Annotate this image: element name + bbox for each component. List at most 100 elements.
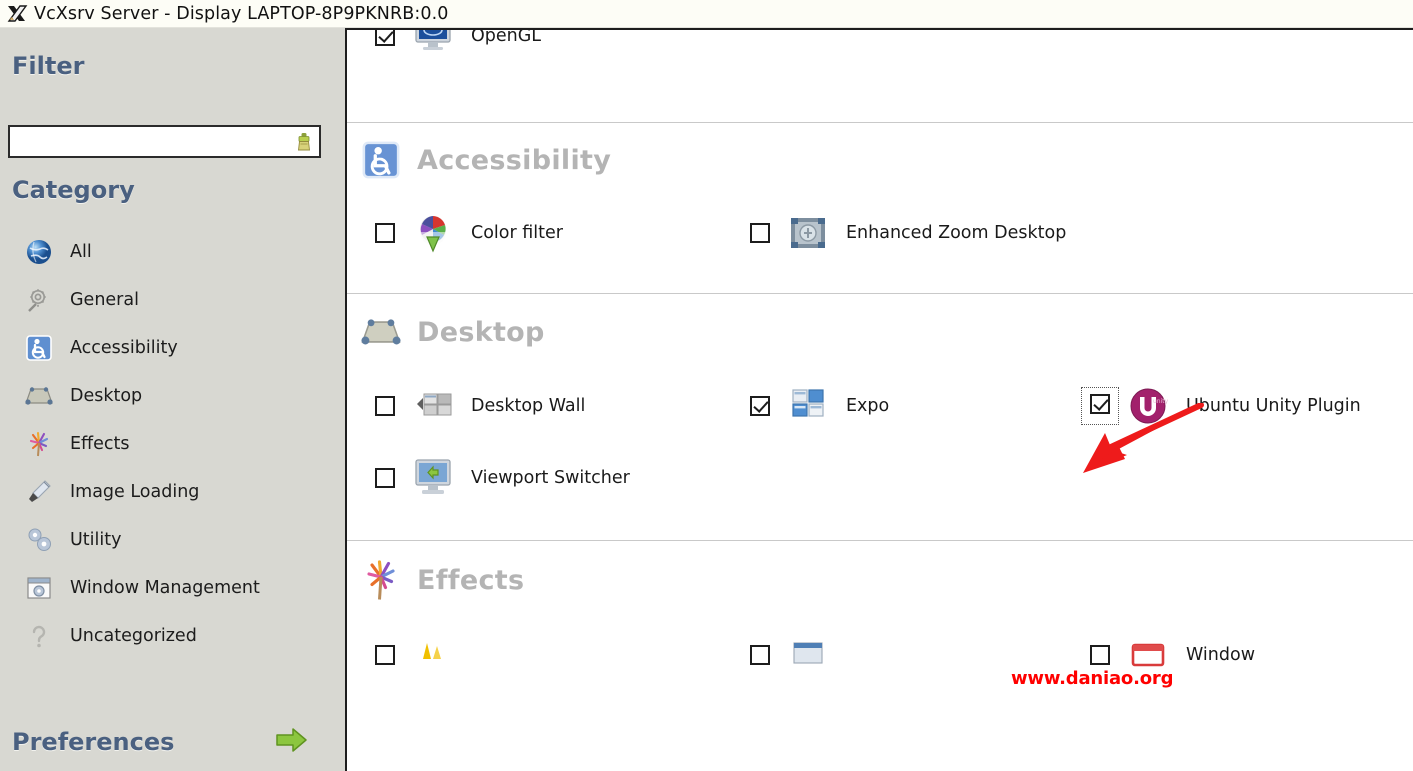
opengl-monitor-icon — [409, 30, 457, 56]
blue-gears-icon — [20, 526, 58, 554]
broom-clear-icon[interactable] — [289, 127, 319, 156]
sidebar-item-uncategorized[interactable]: Uncategorized — [0, 612, 333, 660]
plugin-checkbox[interactable] — [750, 223, 770, 243]
section-header-desktop: Desktop — [347, 294, 1413, 370]
plugin-checkbox[interactable] — [1090, 645, 1110, 665]
plugin-label: Expo — [846, 395, 890, 416]
plugin-grid-clipped: OpenGL — [347, 28, 1413, 72]
plugin-checkbox[interactable] — [750, 645, 770, 665]
filter-heading: Filter — [12, 52, 85, 80]
section-header-effects: Effects — [347, 541, 1413, 619]
plugin-list-panel[interactable]: OpenGL Accessibility Color filter Enhanc… — [345, 28, 1413, 771]
preferences-label: Preferences — [12, 728, 175, 756]
plugin-checkbox[interactable] — [750, 396, 770, 416]
sidebar-item-desktop[interactable]: Desktop — [0, 372, 333, 420]
viewport-switcher-icon — [409, 457, 457, 499]
plugin-label: Window — [1186, 644, 1256, 665]
wheelchair-icon — [359, 140, 403, 180]
fireworks-icon — [359, 556, 403, 604]
plugin-item-color-filter[interactable]: Color filter — [375, 197, 750, 269]
plugin-item-expo[interactable]: Expo — [750, 370, 1090, 442]
app-window-body: Filter Category All General Accessibilit… — [0, 28, 1413, 771]
window-gear-icon — [20, 575, 58, 601]
plugin-grid-effects: Window — [347, 619, 1413, 691]
sidebar-item-label: Image Loading — [70, 482, 200, 502]
animation-star-icon — [409, 637, 457, 673]
sidebar-item-all[interactable]: All — [0, 228, 333, 276]
sidebar-item-label: Desktop — [70, 386, 143, 406]
svg-text:unity: unity — [1153, 398, 1169, 405]
plugin-checkbox[interactable] — [375, 645, 395, 665]
preferences-button[interactable]: Preferences — [0, 713, 333, 771]
focus-outline — [1081, 387, 1119, 425]
grid-spacer — [1090, 30, 1413, 72]
plugin-item-opengl[interactable]: OpenGL — [375, 28, 750, 72]
plugin-label: Desktop Wall — [471, 395, 586, 416]
plugin-label: OpenGL — [471, 28, 542, 46]
fireworks-icon — [20, 430, 58, 458]
enhanced-zoom-icon — [784, 212, 832, 254]
paintbrush-icon — [20, 478, 58, 506]
sidebar-item-accessibility[interactable]: Accessibility — [0, 324, 333, 372]
section-title: Accessibility — [417, 144, 612, 176]
watermark-text: www.daniao.org — [1011, 668, 1174, 689]
sidebar-item-window-management[interactable]: Window Management — [0, 564, 333, 612]
plugin-grid-desktop-row2: Viewport Switcher — [347, 442, 1413, 540]
globe-icon — [20, 238, 58, 266]
grid-spacer — [750, 30, 1090, 72]
plugin-checkbox[interactable] — [375, 468, 395, 488]
sidebar-item-label: Uncategorized — [70, 626, 197, 646]
plugin-label: Viewport Switcher — [471, 467, 630, 488]
category-heading: Category — [12, 176, 135, 204]
category-list: All General Accessibility Desktop Effect… — [0, 228, 333, 660]
question-mark-icon — [20, 622, 58, 650]
vcxsrv-x-icon — [6, 3, 28, 25]
gears-wand-icon — [20, 286, 58, 314]
sidebar-item-label: General — [70, 290, 139, 310]
plugin-item-effects-1[interactable] — [375, 619, 750, 691]
grid-spacer — [1090, 197, 1413, 269]
plugin-checkbox[interactable] — [375, 223, 395, 243]
desktop-wall-icon — [409, 386, 457, 426]
desktop-icon — [20, 384, 58, 408]
plugin-item-desktop-wall[interactable]: Desktop Wall — [375, 370, 750, 442]
plugin-item-enhanced-zoom-desktop[interactable]: Enhanced Zoom Desktop — [750, 197, 1090, 269]
ubuntu-unity-icon: unity — [1124, 384, 1172, 428]
sidebar-item-label: Effects — [70, 434, 130, 454]
window-title-text: VcXsrv Server - Display LAPTOP-8P9PKNRB:… — [34, 3, 449, 24]
plugin-checkbox[interactable] — [1090, 394, 1110, 414]
sidebar-item-label: Window Management — [70, 578, 260, 598]
grid-spacer — [750, 442, 1090, 514]
sidebar-item-effects[interactable]: Effects — [0, 420, 333, 468]
plugin-label: Enhanced Zoom Desktop — [846, 222, 1067, 243]
sidebar-item-label: Utility — [70, 530, 122, 550]
grid-spacer — [1090, 442, 1413, 514]
expo-icon — [784, 385, 832, 427]
filter-search-row[interactable] — [8, 125, 321, 158]
sidebar-item-general[interactable]: General — [0, 276, 333, 324]
desktop-icon — [359, 315, 403, 349]
plugin-grid-accessibility: Color filter Enhanced Zoom Desktop — [347, 197, 1413, 293]
sidebar-item-label: All — [70, 242, 92, 262]
section-title: Desktop — [417, 316, 545, 348]
sidebar-item-label: Accessibility — [70, 338, 178, 358]
plugin-checkbox[interactable] — [375, 30, 395, 46]
sidebar: Filter Category All General Accessibilit… — [0, 28, 333, 771]
plugin-grid-desktop-row1: Desktop Wall Expo unity Ubuntu Unity Plu… — [347, 370, 1413, 442]
wheelchair-icon — [20, 334, 58, 362]
window-title-bar: VcXsrv Server - Display LAPTOP-8P9PKNRB:… — [0, 0, 1413, 28]
plugin-label: Color filter — [471, 222, 563, 243]
sidebar-item-utility[interactable]: Utility — [0, 516, 333, 564]
section-title: Effects — [417, 564, 525, 596]
color-filter-icon — [409, 212, 457, 254]
plugin-checkbox[interactable] — [375, 396, 395, 416]
filter-input[interactable] — [10, 127, 289, 156]
window-preview-icon — [784, 637, 832, 673]
plugin-item-ubuntu-unity-plugin[interactable]: unity Ubuntu Unity Plugin — [1081, 370, 1413, 442]
plugin-label: Ubuntu Unity Plugin — [1186, 395, 1361, 416]
sidebar-item-image-loading[interactable]: Image Loading — [0, 468, 333, 516]
plugin-item-viewport-switcher[interactable]: Viewport Switcher — [375, 442, 750, 514]
section-header-accessibility: Accessibility — [347, 123, 1413, 197]
green-right-arrow-icon[interactable] — [275, 726, 309, 758]
